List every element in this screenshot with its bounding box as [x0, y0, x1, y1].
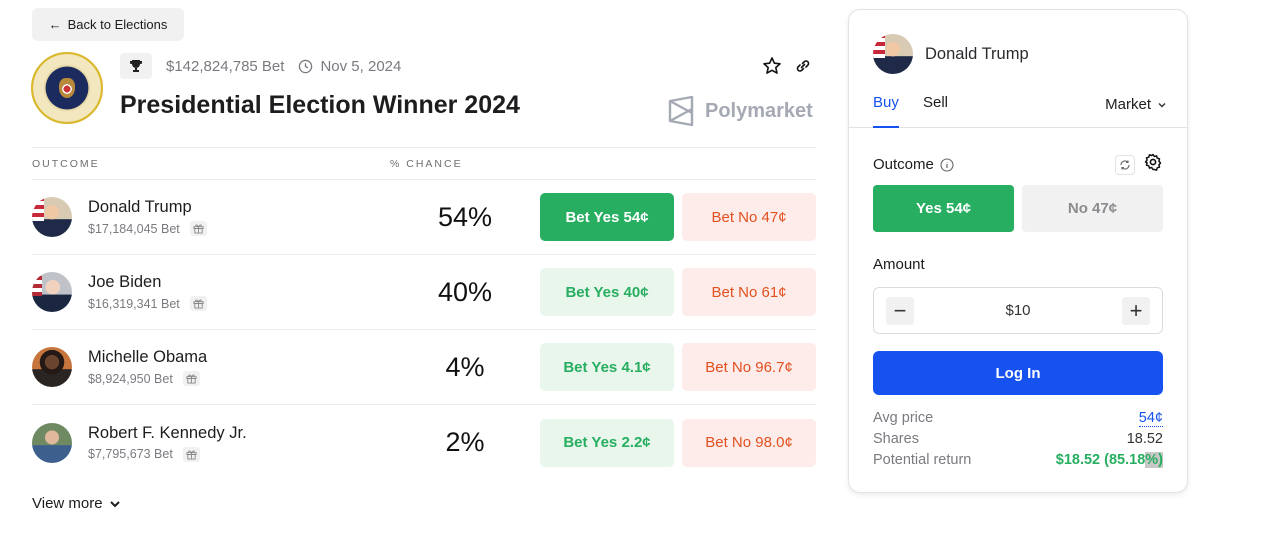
avatar	[873, 34, 913, 74]
avatar	[32, 347, 72, 387]
table-header: OUTCOME % CHANCE	[32, 148, 816, 180]
candidate-name: Michelle Obama	[88, 348, 208, 366]
potential-return-label: Potential return	[873, 452, 972, 468]
order-summary: Avg price 54¢ Shares 18.52 Potential retur…	[873, 410, 1163, 473]
candidate-name: Donald Trump	[88, 198, 192, 216]
date-text: Nov 5, 2024	[320, 57, 402, 75]
chance-value: 40%	[437, 276, 493, 307]
view-more-button[interactable]: View more	[32, 495, 121, 512]
link-icon[interactable]	[794, 57, 812, 80]
candidate-volume: $7,795,673 Bet	[88, 447, 173, 461]
table-row[interactable]: Michelle Obama $8,924,950 Bet 4% Bet Yes…	[32, 330, 816, 405]
end-date: Nov 5, 2024	[298, 58, 401, 75]
avatar	[32, 422, 72, 463]
shares-label: Shares	[873, 431, 919, 447]
avatar	[32, 197, 72, 237]
gift-icon[interactable]	[182, 446, 200, 462]
outcome-label-text: Outcome	[873, 156, 934, 173]
table-row[interactable]: Donald Trump $17,184,045 Bet 54% Bet Yes…	[32, 180, 816, 255]
tab-sell[interactable]: Sell	[923, 94, 948, 111]
amount-input-group: − $10 +	[873, 287, 1163, 334]
info-icon	[940, 157, 954, 172]
return-main: $18.52 (85.18	[1055, 452, 1146, 468]
amount-label: Amount	[873, 256, 925, 273]
brand-name: Polymarket	[705, 99, 813, 122]
bet-no-button[interactable]: Bet No 98.0¢	[682, 418, 816, 467]
chance-value: 2%	[445, 427, 485, 457]
login-button[interactable]: Log In	[873, 351, 1163, 395]
order-type-label: Market	[1105, 96, 1151, 113]
candidate-volume: $16,319,341 Bet	[88, 296, 180, 311]
selected-candidate: Donald Trump	[925, 44, 1029, 63]
star-icon[interactable]	[762, 56, 782, 81]
table-row[interactable]: Joe Biden $16,319,341 Bet 40% Bet Yes 40…	[32, 255, 816, 330]
potential-return-value: $18.52 (85.18%)	[1056, 452, 1163, 473]
return-tail: %)	[1145, 452, 1163, 468]
amount-input[interactable]: $10	[874, 302, 1162, 319]
candidate-volume: $8,924,950 Bet	[88, 371, 173, 386]
header-chance: % CHANCE	[390, 157, 463, 170]
bet-yes-button[interactable]: Bet Yes 40¢	[540, 268, 674, 316]
event-meta: $142,824,785 Bet Nov 5, 2024	[120, 53, 401, 79]
chevron-down-icon	[109, 500, 120, 507]
view-more-label: View more	[32, 495, 103, 512]
increment-button[interactable]: +	[1122, 297, 1150, 325]
header-outcome: OUTCOME	[32, 157, 100, 170]
bet-no-button[interactable]: Bet No 96.7¢	[682, 343, 816, 391]
bet-yes-button[interactable]: Bet Yes 4.1¢	[540, 343, 674, 391]
outcome-no-option[interactable]: No 47¢	[1022, 185, 1163, 232]
candidate-name: Joe Biden	[88, 273, 162, 291]
candidate-volume: $17,184,045 Bet	[88, 221, 180, 236]
outcome-label: Outcome	[873, 156, 954, 173]
trophy-icon	[120, 53, 152, 79]
polymarket-logo: Polymarket	[667, 95, 813, 127]
gift-icon[interactable]	[189, 221, 207, 236]
polymarket-logo-icon	[668, 95, 694, 127]
avg-price-value[interactable]: 54¢	[1138, 410, 1163, 427]
back-label: Back to Elections	[67, 17, 168, 32]
order-type-dropdown[interactable]: Market	[1105, 96, 1167, 113]
tab-buy[interactable]: Buy	[873, 94, 899, 128]
bet-no-button[interactable]: Bet No 61¢	[682, 268, 816, 316]
shares-value: 18.52	[1126, 431, 1163, 447]
trade-panel: Donald Trump Buy Sell Market Outcome Yes…	[848, 9, 1188, 493]
gear-icon[interactable]	[1144, 153, 1162, 176]
total-volume: $142,824,785 Bet	[166, 57, 285, 75]
avg-price-label: Avg price	[873, 410, 934, 426]
chevron-down-icon	[1158, 102, 1166, 107]
back-to-elections-button[interactable]: ← Back to Elections	[32, 8, 184, 41]
refresh-icon[interactable]	[1115, 155, 1135, 175]
page-title: Presidential Election Winner 2024	[120, 91, 520, 119]
presidential-seal-image	[31, 52, 103, 124]
arrow-left-icon: ←	[48, 17, 62, 32]
chance-value: 4%	[445, 351, 485, 382]
bet-yes-button[interactable]: Bet Yes 54¢	[540, 193, 674, 241]
gift-icon[interactable]	[182, 371, 200, 386]
table-row[interactable]: Robert F. Kennedy Jr. $7,795,673 Bet 2% …	[32, 405, 816, 480]
chance-value: 54%	[437, 201, 493, 232]
outcomes-table: OUTCOME % CHANCE Donald Trump $17,184,04…	[32, 147, 816, 480]
clock-icon	[299, 59, 313, 73]
outcome-yes-option[interactable]: Yes 54¢	[873, 185, 1014, 232]
trade-tabs: Buy Sell Market	[849, 94, 1187, 128]
bet-yes-button[interactable]: Bet Yes 2.2¢	[540, 418, 674, 467]
gift-icon[interactable]	[189, 296, 207, 311]
candidate-name: Robert F. Kennedy Jr.	[88, 423, 247, 442]
avatar	[32, 272, 72, 312]
bet-no-button[interactable]: Bet No 47¢	[682, 193, 816, 241]
